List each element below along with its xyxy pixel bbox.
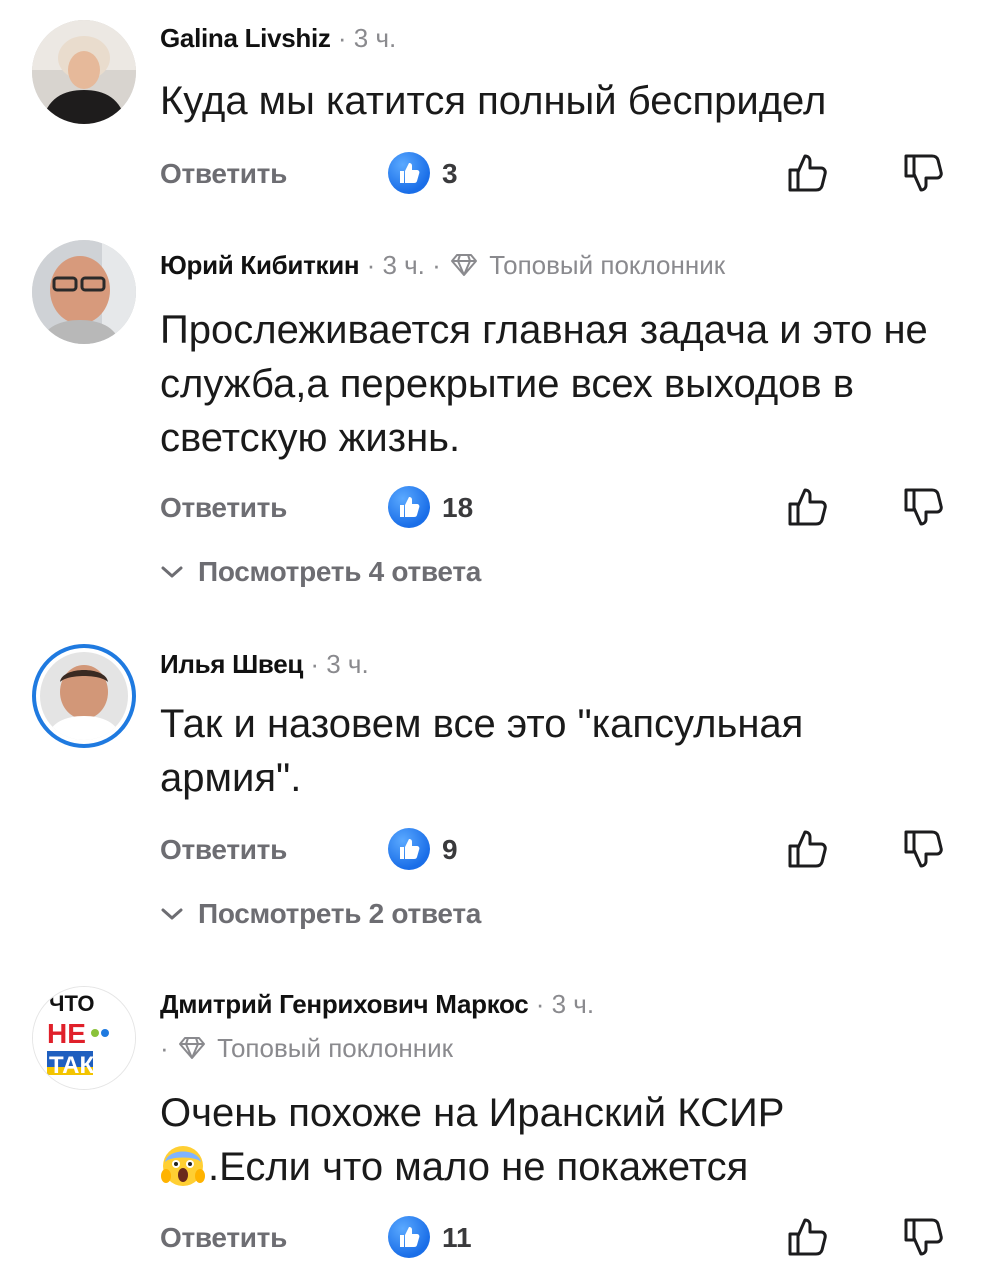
comment-meta: Galina Livshiz · 3 ч. xyxy=(160,22,396,54)
thumb-down-icon[interactable] xyxy=(900,1214,946,1260)
top-fan-badge: Топовый поклонник xyxy=(489,250,726,280)
separator: · xyxy=(337,23,354,53)
thumb-down-icon[interactable] xyxy=(900,484,946,530)
author-name[interactable]: Дмитрий Генрихович Маркос xyxy=(160,989,529,1019)
separator: · xyxy=(535,989,552,1019)
separator: · xyxy=(160,1033,176,1063)
avatar-logo: ЧТО НЕ ТАК xyxy=(33,987,135,1089)
comment-text: Куда мы катится полный беспридел xyxy=(160,79,827,123)
author-name[interactable]: Galina Livshiz xyxy=(160,23,331,53)
reply-button[interactable]: Ответить xyxy=(160,1222,287,1254)
thumb-down-icon[interactable] xyxy=(900,150,946,196)
comment-actions: Ответить 18 xyxy=(160,484,950,532)
separator: · xyxy=(432,250,449,280)
top-fan-badge: Топовый поклонник xyxy=(217,1033,453,1063)
like-count: 3 xyxy=(442,158,458,189)
comment-text-line-1: Очень похоже на Иранский КСИР xyxy=(160,1091,785,1135)
thumb-down-icon[interactable] xyxy=(900,826,946,872)
comment-text: Очень похоже на Иранский КСИР .Если что … xyxy=(160,1086,950,1194)
avatar-photo xyxy=(40,652,128,740)
chevron-down-icon xyxy=(160,907,184,921)
avatar[interactable] xyxy=(32,240,136,344)
screaming-face-emoji xyxy=(161,1146,205,1186)
comment-actions: Ответить 3 xyxy=(160,150,950,198)
diamond-icon xyxy=(178,1036,206,1060)
like-badge-icon xyxy=(388,486,430,528)
reply-button[interactable]: Ответить xyxy=(160,492,287,524)
avatar[interactable] xyxy=(32,644,136,748)
chevron-down-icon xyxy=(160,565,184,579)
reply-button[interactable]: Ответить xyxy=(160,158,287,190)
view-replies-link[interactable]: Посмотреть 4 ответа xyxy=(160,556,481,588)
avatar-photo xyxy=(32,20,136,124)
avatar-logo-line-2: НЕ xyxy=(47,1018,86,1049)
comment-meta: Юрий Кибиткин · 3 ч. · Топовый поклонник xyxy=(160,249,725,281)
view-replies-label: Посмотреть 4 ответа xyxy=(198,556,482,587)
comment-text-line-2-text: .Если что мало не покажется xyxy=(208,1145,749,1189)
comment-meta: Илья Швец · 3 ч. xyxy=(160,648,369,680)
like-badge-icon xyxy=(388,152,430,194)
badge-line: · Топовый поклонник xyxy=(160,1032,453,1064)
comment-text-line-2: .Если что мало не покажется xyxy=(160,1140,950,1194)
diamond-icon xyxy=(450,253,478,277)
separator: · xyxy=(310,649,327,679)
author-name[interactable]: Илья Швец xyxy=(160,649,303,679)
comment-meta: Дмитрий Генрихович Маркос · 3 ч. xyxy=(160,988,594,1020)
separator: · xyxy=(366,250,383,280)
view-replies-label: Посмотреть 2 ответа xyxy=(198,898,482,929)
thumb-up-icon[interactable] xyxy=(784,150,830,196)
avatar[interactable] xyxy=(32,20,136,124)
like-count: 18 xyxy=(442,492,474,523)
thumb-up-icon[interactable] xyxy=(784,1214,830,1260)
like-badge-icon xyxy=(388,1216,430,1258)
comment-time: 3 ч. xyxy=(326,649,369,679)
avatar[interactable]: ЧТО НЕ ТАК xyxy=(32,986,136,1090)
comment-text: Прослеживается главная задача и это не с… xyxy=(160,308,928,460)
author-name[interactable]: Юрий Кибиткин xyxy=(160,250,360,280)
thumb-up-icon[interactable] xyxy=(784,484,830,530)
like-count: 11 xyxy=(442,1222,472,1253)
thumb-up-icon[interactable] xyxy=(784,826,830,872)
comment-time: 3 ч. xyxy=(382,250,425,280)
like-badge-icon xyxy=(388,828,430,870)
comment-text: Так и назовем все это "капсульная армия"… xyxy=(160,702,804,800)
avatar-photo xyxy=(32,240,136,344)
avatar-photo-frame xyxy=(40,652,128,740)
comment-time: 3 ч. xyxy=(551,989,595,1019)
view-replies-link[interactable]: Посмотреть 2 ответа xyxy=(160,898,481,930)
comment-time: 3 ч. xyxy=(353,23,397,53)
avatar-logo-line-3: ТАК xyxy=(49,1052,94,1079)
reply-button[interactable]: Ответить xyxy=(160,834,287,866)
like-count: 9 xyxy=(442,834,458,865)
comment-actions: Ответить 9 xyxy=(160,826,950,874)
avatar-logo-line-1: ЧТО xyxy=(49,991,94,1016)
comment-actions: Ответить 11 xyxy=(160,1214,950,1262)
